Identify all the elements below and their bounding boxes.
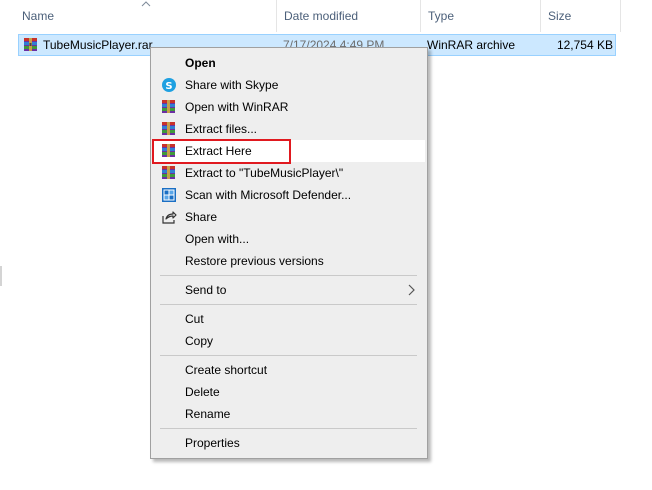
winrar-icon — [161, 99, 177, 115]
menu-item-copy[interactable]: Copy — [153, 330, 425, 352]
menu-item-cut-label: Cut — [185, 312, 204, 326]
menu-item-share-label: Share — [185, 210, 218, 224]
column-date-modified[interactable]: Date modified — [276, 0, 420, 32]
menu-item-open-label: Open — [185, 56, 216, 70]
menu-separator — [160, 275, 417, 276]
annotation-highlight-box — [152, 139, 291, 164]
menu-item-share-with-skype[interactable]: S Share with Skype — [153, 74, 425, 96]
menu-item-open[interactable]: Open — [153, 52, 425, 74]
menu-item-restore-previous-versions[interactable]: Restore previous versions — [153, 250, 425, 272]
menu-item-properties-label: Properties — [185, 436, 240, 450]
menu-item-send-to-label: Send to — [185, 283, 227, 297]
defender-shield-icon — [161, 187, 177, 203]
menu-item-delete-label: Delete — [185, 385, 220, 399]
column-type-label: Type — [428, 9, 455, 23]
menu-item-delete[interactable]: Delete — [153, 381, 425, 403]
file-name: TubeMusicPlayer.rar — [43, 38, 153, 52]
menu-separator — [160, 428, 417, 429]
menu-item-copy-label: Copy — [185, 334, 214, 348]
file-type: WinRAR archive — [427, 38, 516, 52]
menu-item-extract-files-label: Extract files... — [185, 122, 258, 136]
scroll-edge — [0, 266, 2, 286]
menu-item-restore-previous-versions-label: Restore previous versions — [185, 254, 324, 268]
context-menu: Open S Share with Skype Open with WinRAR… — [150, 47, 428, 459]
column-size-label: Size — [548, 9, 572, 23]
menu-item-rename[interactable]: Rename — [153, 403, 425, 425]
winrar-icon — [161, 121, 177, 137]
menu-item-share[interactable]: Share — [153, 206, 425, 228]
menu-separator — [160, 304, 417, 305]
menu-item-scan-with-defender-label: Scan with Microsoft Defender... — [185, 188, 352, 202]
column-header: Name Date modified Type Size — [0, 0, 652, 32]
menu-item-properties[interactable]: Properties — [153, 432, 425, 454]
skype-icon: S — [161, 77, 177, 93]
column-divider[interactable] — [620, 0, 621, 32]
share-icon — [161, 209, 177, 225]
menu-item-cut[interactable]: Cut — [153, 308, 425, 330]
menu-item-create-shortcut-label: Create shortcut — [185, 363, 268, 377]
column-type[interactable]: Type — [420, 0, 540, 32]
column-size[interactable]: Size — [540, 0, 620, 32]
menu-item-rename-label: Rename — [185, 407, 231, 421]
menu-item-extract-to-label: Extract to "TubeMusicPlayer\" — [185, 166, 344, 180]
column-name-label: Name — [22, 9, 55, 23]
winrar-icon — [161, 165, 177, 181]
menu-item-send-to[interactable]: Send to — [153, 279, 425, 301]
svg-text:S: S — [165, 81, 172, 92]
menu-item-extract-files[interactable]: Extract files... — [153, 118, 425, 140]
chevron-right-icon — [408, 284, 415, 296]
menu-item-extract-to[interactable]: Extract to "TubeMusicPlayer\" — [153, 162, 425, 184]
menu-item-open-with-winrar-label: Open with WinRAR — [185, 100, 289, 114]
menu-item-share-with-skype-label: Share with Skype — [185, 78, 279, 92]
menu-item-open-with-label: Open with... — [185, 232, 250, 246]
file-size: 12,754 KB — [556, 38, 613, 52]
menu-item-scan-with-defender[interactable]: Scan with Microsoft Defender... — [153, 184, 425, 206]
column-date-modified-label: Date modified — [284, 9, 359, 23]
menu-separator — [160, 355, 417, 356]
menu-item-open-with-winrar[interactable]: Open with WinRAR — [153, 96, 425, 118]
winrar-archive-icon — [23, 37, 38, 52]
menu-item-open-with[interactable]: Open with... — [153, 228, 425, 250]
sort-ascending-icon — [141, 1, 151, 7]
menu-item-create-shortcut[interactable]: Create shortcut — [153, 359, 425, 381]
